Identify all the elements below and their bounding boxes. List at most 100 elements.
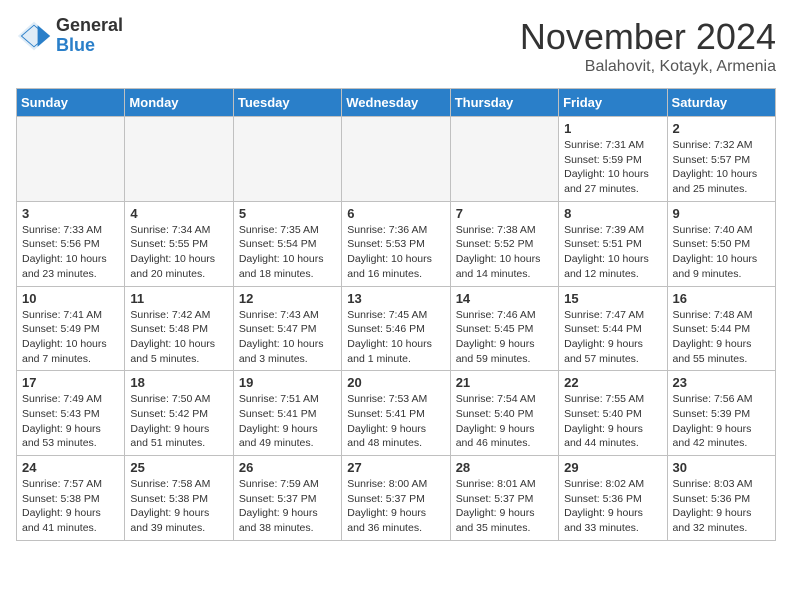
calendar-cell: 19Sunrise: 7:51 AM Sunset: 5:41 PM Dayli…: [233, 371, 341, 456]
day-info: Sunrise: 7:49 AM Sunset: 5:43 PM Dayligh…: [22, 392, 119, 451]
weekday-header-wednesday: Wednesday: [342, 89, 450, 117]
calendar-cell: 12 Sunrise: 7:43 AM Sunset: 5:47 PM Dayli…: [233, 286, 341, 371]
calendar-cell: 22Sunrise: 7:55 AM Sunset: 5:40 PM Dayli…: [559, 371, 667, 456]
location-text: Balahovit, Kotayk, Armenia: [520, 58, 776, 76]
day-number: 15: [564, 291, 661, 306]
logo-text: General Blue: [56, 16, 123, 56]
day-number: 10: [22, 291, 119, 306]
weekday-header-monday: Monday: [125, 89, 233, 117]
calendar-cell: 15 Sunrise: 7:47 AM Sunset: 5:44 PM Dayli…: [559, 286, 667, 371]
day-number: 28: [456, 460, 553, 475]
logo: General Blue: [16, 16, 123, 56]
day-number: 18: [130, 375, 227, 390]
day-number: 4: [130, 206, 227, 221]
day-info: Sunrise: 7:48 AM Sunset: 5:44 PM Dayligh…: [673, 308, 770, 367]
day-info: Sunrise: 7:33 AM Sunset: 5:56 PM Dayligh…: [22, 223, 119, 282]
day-info: Sunrise: 7:35 AM Sunset: 5:54 PM Dayligh…: [239, 223, 336, 282]
day-info: Sunrise: 7:59 AM Sunset: 5:37 PM Dayligh…: [239, 477, 336, 536]
calendar-table: SundayMondayTuesdayWednesdayThursdayFrid…: [16, 88, 776, 541]
week-row-4: 17 Sunrise: 7:49 AM Sunset: 5:43 PM Dayli…: [17, 371, 776, 456]
weekday-header-saturday: Saturday: [667, 89, 775, 117]
calendar-cell: 14 Sunrise: 7:46 AM Sunset: 5:45 PM Dayli…: [450, 286, 558, 371]
day-info: Sunrise: 7:43 AM Sunset: 5:47 PM Dayligh…: [239, 308, 336, 367]
day-info: Sunrise: 7:57 AM Sunset: 5:38 PM Dayligh…: [22, 477, 119, 536]
calendar-cell: 9Sunrise: 7:40 AM Sunset: 5:50 PM Daylig…: [667, 201, 775, 286]
day-number: 26: [239, 460, 336, 475]
day-info: Sunrise: 7:46 AM Sunset: 5:45 PM Dayligh…: [456, 308, 553, 367]
day-number: 29: [564, 460, 661, 475]
weekday-header-thursday: Thursday: [450, 89, 558, 117]
calendar-cell: 8Sunrise: 7:39 AM Sunset: 5:51 PM Daylig…: [559, 201, 667, 286]
week-row-2: 3Sunrise: 7:33 AM Sunset: 5:56 PM Daylig…: [17, 201, 776, 286]
day-info: Sunrise: 7:56 AM Sunset: 5:39 PM Dayligh…: [673, 392, 770, 451]
day-info: Sunrise: 7:47 AM Sunset: 5:44 PM Dayligh…: [564, 308, 661, 367]
day-number: 7: [456, 206, 553, 221]
day-info: Sunrise: 7:41 AM Sunset: 5:49 PM Dayligh…: [22, 308, 119, 367]
calendar-cell: [233, 117, 341, 202]
day-number: 13: [347, 291, 444, 306]
calendar-cell: 20 Sunrise: 7:53 AM Sunset: 5:41 PM Dayli…: [342, 371, 450, 456]
calendar-cell: 4Sunrise: 7:34 AM Sunset: 5:55 PM Daylig…: [125, 201, 233, 286]
calendar-cell: 23 Sunrise: 7:56 AM Sunset: 5:39 PM Dayli…: [667, 371, 775, 456]
day-number: 8: [564, 206, 661, 221]
day-info: Sunrise: 8:01 AM Sunset: 5:37 PM Dayligh…: [456, 477, 553, 536]
day-number: 14: [456, 291, 553, 306]
calendar-cell: [125, 117, 233, 202]
logo-general-text: General: [56, 16, 123, 36]
logo-icon: [16, 18, 52, 54]
day-number: 20: [347, 375, 444, 390]
calendar-cell: 2 Sunrise: 7:32 AM Sunset: 5:57 PM Daylig…: [667, 117, 775, 202]
calendar-cell: 25 Sunrise: 7:58 AM Sunset: 5:38 PM Dayli…: [125, 456, 233, 541]
month-title: November 2024: [520, 16, 776, 58]
day-info: Sunrise: 7:45 AM Sunset: 5:46 PM Dayligh…: [347, 308, 444, 367]
calendar-cell: 26 Sunrise: 7:59 AM Sunset: 5:37 PM Dayli…: [233, 456, 341, 541]
day-number: 27: [347, 460, 444, 475]
calendar-cell: 5Sunrise: 7:35 AM Sunset: 5:54 PM Daylig…: [233, 201, 341, 286]
day-info: Sunrise: 7:32 AM Sunset: 5:57 PM Dayligh…: [673, 138, 770, 197]
day-info: Sunrise: 7:38 AM Sunset: 5:52 PM Dayligh…: [456, 223, 553, 282]
day-number: 25: [130, 460, 227, 475]
day-info: Sunrise: 7:54 AM Sunset: 5:40 PM Dayligh…: [456, 392, 553, 451]
day-info: Sunrise: 7:50 AM Sunset: 5:42 PM Dayligh…: [130, 392, 227, 451]
weekday-header-friday: Friday: [559, 89, 667, 117]
day-info: Sunrise: 8:00 AM Sunset: 5:37 PM Dayligh…: [347, 477, 444, 536]
weekday-header-tuesday: Tuesday: [233, 89, 341, 117]
day-number: 16: [673, 291, 770, 306]
calendar-cell: 29 Sunrise: 8:02 AM Sunset: 5:36 PM Dayli…: [559, 456, 667, 541]
page-header: General Blue November 2024 Balahovit, Ko…: [16, 16, 776, 76]
calendar-cell: 3Sunrise: 7:33 AM Sunset: 5:56 PM Daylig…: [17, 201, 125, 286]
calendar-cell: 16 Sunrise: 7:48 AM Sunset: 5:44 PM Dayli…: [667, 286, 775, 371]
calendar-cell: 6Sunrise: 7:36 AM Sunset: 5:53 PM Daylig…: [342, 201, 450, 286]
day-number: 12: [239, 291, 336, 306]
day-number: 17: [22, 375, 119, 390]
calendar-cell: 13 Sunrise: 7:45 AM Sunset: 5:46 PM Dayli…: [342, 286, 450, 371]
day-number: 2: [673, 121, 770, 136]
calendar-cell: 28 Sunrise: 8:01 AM Sunset: 5:37 PM Dayli…: [450, 456, 558, 541]
day-number: 19: [239, 375, 336, 390]
day-info: Sunrise: 7:53 AM Sunset: 5:41 PM Dayligh…: [347, 392, 444, 451]
calendar-cell: [17, 117, 125, 202]
day-number: 30: [673, 460, 770, 475]
calendar-cell: 11Sunrise: 7:42 AM Sunset: 5:48 PM Dayli…: [125, 286, 233, 371]
weekday-header-sunday: Sunday: [17, 89, 125, 117]
day-number: 9: [673, 206, 770, 221]
day-number: 23: [673, 375, 770, 390]
logo-blue-text: Blue: [56, 36, 123, 56]
calendar-cell: [342, 117, 450, 202]
calendar-cell: 21 Sunrise: 7:54 AM Sunset: 5:40 PM Dayli…: [450, 371, 558, 456]
day-number: 22: [564, 375, 661, 390]
day-info: Sunrise: 7:58 AM Sunset: 5:38 PM Dayligh…: [130, 477, 227, 536]
day-info: Sunrise: 7:42 AM Sunset: 5:48 PM Dayligh…: [130, 308, 227, 367]
day-info: Sunrise: 8:02 AM Sunset: 5:36 PM Dayligh…: [564, 477, 661, 536]
calendar-cell: 24Sunrise: 7:57 AM Sunset: 5:38 PM Dayli…: [17, 456, 125, 541]
calendar-cell: 10 Sunrise: 7:41 AM Sunset: 5:49 PM Dayli…: [17, 286, 125, 371]
day-number: 6: [347, 206, 444, 221]
calendar-cell: 30Sunrise: 8:03 AM Sunset: 5:36 PM Dayli…: [667, 456, 775, 541]
calendar-cell: 1Sunrise: 7:31 AM Sunset: 5:59 PM Daylig…: [559, 117, 667, 202]
day-info: Sunrise: 7:31 AM Sunset: 5:59 PM Dayligh…: [564, 138, 661, 197]
day-number: 21: [456, 375, 553, 390]
calendar-cell: 27 Sunrise: 8:00 AM Sunset: 5:37 PM Dayli…: [342, 456, 450, 541]
calendar-cell: 7 Sunrise: 7:38 AM Sunset: 5:52 PM Daylig…: [450, 201, 558, 286]
week-row-3: 10 Sunrise: 7:41 AM Sunset: 5:49 PM Dayli…: [17, 286, 776, 371]
weekday-header-row: SundayMondayTuesdayWednesdayThursdayFrid…: [17, 89, 776, 117]
